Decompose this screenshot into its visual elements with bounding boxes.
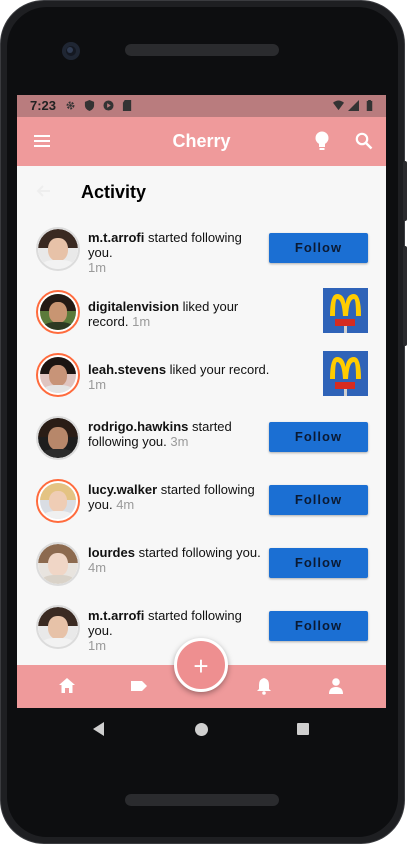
page-header: Activity — [17, 166, 386, 216]
username-link[interactable]: rodrigo.hawkins — [88, 419, 188, 434]
avatar[interactable] — [36, 353, 80, 397]
follow-button[interactable]: Follow — [269, 233, 368, 263]
list-item[interactable]: lucy.walker started following you. 4m Fo… — [17, 473, 386, 536]
username-link[interactable]: leah.stevens — [88, 362, 166, 377]
bell-icon[interactable] — [255, 677, 273, 695]
activity-time: 1m — [88, 377, 107, 392]
status-time: 7:23 — [30, 98, 57, 113]
system-navigation-bar — [17, 708, 386, 752]
activity-text: rodrigo.hawkins started following you. 3… — [88, 419, 270, 449]
record-thumbnail[interactable] — [323, 288, 368, 333]
avatar[interactable] — [36, 605, 80, 649]
person-icon[interactable] — [327, 677, 345, 695]
arrow-back-icon[interactable] — [35, 183, 51, 199]
username-link[interactable]: lourdes — [88, 545, 135, 560]
activity-text: lucy.walker started following you. 4m — [88, 482, 270, 512]
avatar[interactable] — [36, 416, 80, 460]
list-item[interactable]: leah.stevens liked your record. 1m — [17, 347, 386, 410]
activity-text: lourdes started following you. 4m — [88, 545, 270, 575]
shield-icon — [84, 100, 95, 111]
follow-button[interactable]: Follow — [269, 485, 368, 515]
activity-time: 1m — [132, 314, 151, 329]
activity-message: started following you. — [134, 545, 261, 560]
avatar[interactable] — [36, 290, 80, 334]
lightbulb-icon[interactable] — [314, 131, 330, 151]
tag-icon[interactable] — [130, 677, 148, 695]
system-home-icon[interactable] — [195, 723, 208, 736]
activity-message: liked your record. — [166, 362, 270, 377]
activity-text: m.t.arrofi started following you. 1m — [88, 608, 270, 653]
settings-icon — [66, 101, 75, 110]
search-icon[interactable] — [355, 132, 373, 150]
follow-button[interactable]: Follow — [269, 422, 368, 452]
wifi-icon — [333, 100, 344, 111]
username-link[interactable]: lucy.walker — [88, 482, 157, 497]
list-item[interactable]: digitalenvision liked your record. 1m — [17, 284, 386, 347]
sd-card-icon — [122, 100, 132, 111]
app-screen: 7:23 Cherry Activity m.t.arrofi started … — [17, 95, 386, 708]
avatar[interactable] — [36, 227, 80, 271]
signal-icon — [348, 100, 359, 111]
page-title: Activity — [81, 182, 147, 202]
record-thumbnail[interactable] — [323, 351, 368, 396]
app-bar: Cherry — [17, 117, 386, 166]
list-item[interactable]: rodrigo.hawkins started following you. 3… — [17, 410, 386, 473]
volume-button — [403, 246, 407, 346]
mcdonalds-logo-icon — [330, 294, 361, 316]
system-back-icon[interactable] — [93, 722, 104, 736]
activity-text: digitalenvision liked your record. 1m — [88, 299, 270, 329]
activity-time: 1m — [88, 638, 107, 653]
status-bar: 7:23 — [17, 95, 386, 117]
avatar[interactable] — [36, 542, 80, 586]
list-item[interactable]: lourdes started following you. 4m Follow — [17, 536, 386, 599]
top-speaker — [125, 44, 279, 56]
username-link[interactable]: m.t.arrofi — [88, 230, 144, 245]
follow-button[interactable]: Follow — [269, 611, 368, 641]
activity-text: m.t.arrofi started following you. 1m — [88, 230, 270, 275]
activity-time: 3m — [170, 434, 189, 449]
front-camera — [62, 42, 80, 60]
app-title: Cherry — [172, 131, 231, 151]
battery-icon — [366, 100, 373, 111]
add-record-button[interactable]: + — [174, 638, 228, 692]
follow-button[interactable]: Follow — [269, 548, 368, 578]
activity-time: 1m — [88, 260, 107, 275]
activity-time: 4m — [116, 497, 135, 512]
play-protect-icon — [103, 100, 114, 111]
activity-time: 4m — [88, 560, 107, 575]
bottom-speaker — [125, 794, 279, 806]
power-button — [403, 161, 407, 221]
home-icon[interactable] — [58, 677, 76, 695]
username-link[interactable]: m.t.arrofi — [88, 608, 144, 623]
mcdonalds-logo-icon — [330, 357, 361, 379]
activity-text: leah.stevens liked your record. 1m — [88, 362, 270, 392]
list-item[interactable]: m.t.arrofi started following you. 1m Foll… — [17, 221, 386, 284]
username-link[interactable]: digitalenvision — [88, 299, 179, 314]
avatar[interactable] — [36, 479, 80, 523]
system-recents-icon[interactable] — [297, 723, 309, 735]
